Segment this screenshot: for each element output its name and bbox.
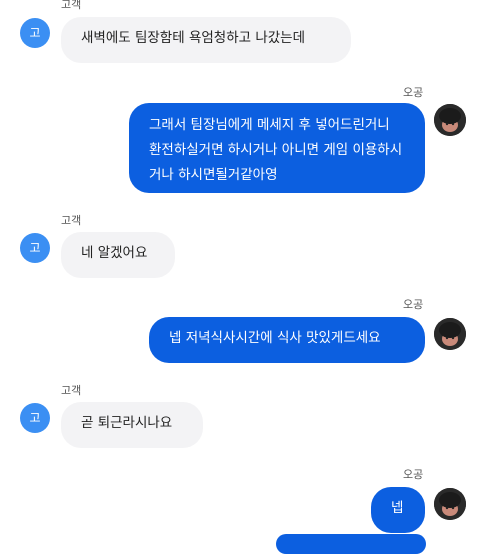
message-bubble-outgoing: 넵 저녁식사시간에 식사 맛있게드세요 xyxy=(149,317,425,363)
customer-avatar: 고 xyxy=(20,403,50,433)
agent-avatar xyxy=(434,104,466,136)
message-bubble-outgoing-partial xyxy=(276,534,426,554)
sender-name-agent: 오공 xyxy=(403,468,424,481)
message-bubble-incoming: 새벽에도 팀장함테 욕엄청하고 나갔는데 xyxy=(61,17,351,63)
agent-avatar-image xyxy=(434,318,466,350)
customer-avatar: 고 xyxy=(20,18,50,48)
agent-avatar xyxy=(434,488,466,520)
message-bubble-outgoing: 넵 xyxy=(371,487,425,533)
message-bubble-incoming: 네 알겠어요 xyxy=(61,232,175,278)
agent-avatar-image xyxy=(434,104,466,136)
sender-name-customer: 고객 xyxy=(61,384,82,397)
sender-name-customer: 고객 xyxy=(61,0,82,11)
chat-thread: 고객 고 새벽에도 팀장함테 욕엄청하고 나갔는데 오공 그래서 팀장님에게 메… xyxy=(0,0,478,554)
sender-name-agent: 오공 xyxy=(403,86,424,99)
customer-avatar: 고 xyxy=(20,233,50,263)
agent-avatar-image xyxy=(434,488,466,520)
message-bubble-incoming: 곧 퇴근라시나요 xyxy=(61,402,203,448)
sender-name-agent: 오공 xyxy=(403,298,424,311)
sender-name-customer: 고객 xyxy=(61,214,82,227)
message-bubble-outgoing: 그래서 팀장님에게 메세지 후 넣어드린거니 환전하실거면 하시거나 아니면 게… xyxy=(129,103,425,193)
agent-avatar xyxy=(434,318,466,350)
